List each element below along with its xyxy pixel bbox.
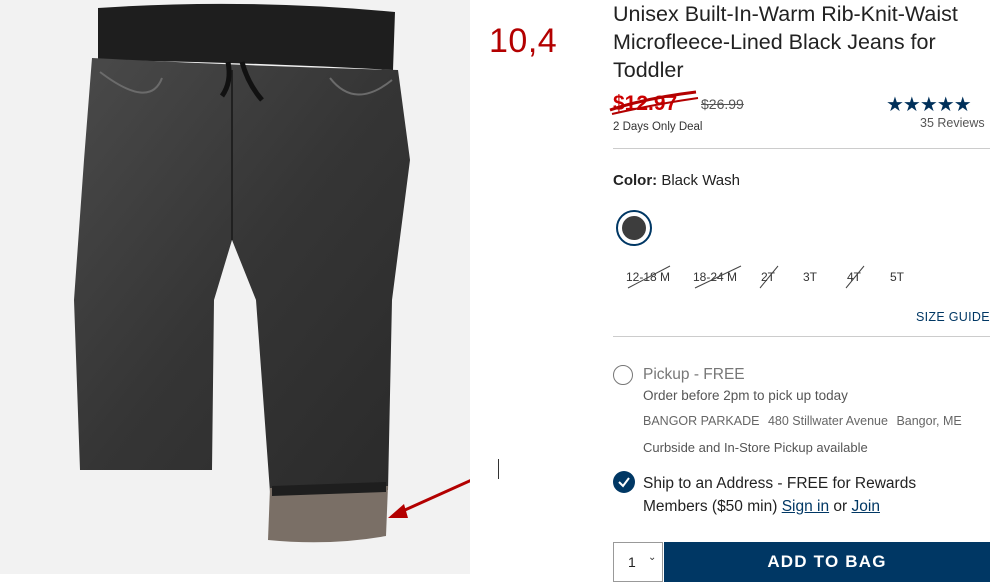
size-option-3t[interactable]: 3T xyxy=(803,270,817,284)
quantity-value: 1 xyxy=(628,554,636,570)
size-option-18-24m[interactable]: 18-24 M xyxy=(693,265,742,289)
or-text: or xyxy=(833,498,848,515)
pickup-store: BANGOR PARKADE 480 Stillwater Avenue Ban… xyxy=(643,414,967,428)
original-price: $26.99 xyxy=(701,96,744,112)
size-guide-link[interactable]: SIZE GUIDE xyxy=(916,310,990,324)
store-city: Bangor, ME xyxy=(896,414,962,428)
unavailable-slash xyxy=(694,265,742,289)
store-name: BANGOR PARKADE xyxy=(643,414,760,428)
swatch-fill xyxy=(622,216,646,240)
color-row: Color: Black Wash xyxy=(613,172,740,189)
store-address: 480 Stillwater Avenue xyxy=(767,414,888,428)
size-option-4t[interactable]: 4T xyxy=(845,265,865,289)
chevron-down-icon: ⌄ xyxy=(648,552,657,563)
join-link[interactable]: Join xyxy=(852,498,880,515)
sign-in-link[interactable]: Sign in xyxy=(782,498,829,515)
size-option-2t[interactable]: 2T xyxy=(759,265,779,289)
reviews-link[interactable]: 35 Reviews xyxy=(920,116,985,130)
pickup-radio[interactable] xyxy=(613,365,633,385)
add-to-bag-button[interactable]: ADD TO BAG xyxy=(664,542,990,582)
unavailable-slash xyxy=(627,265,671,289)
color-value: Black Wash xyxy=(661,172,740,189)
price-scribble-mark xyxy=(609,90,699,115)
rating-stars-icon[interactable]: ★★★★★ xyxy=(886,92,972,117)
ship-option[interactable]: Ship to an Address - FREE for Rewards Me… xyxy=(643,472,983,518)
quantity-select[interactable]: 1 ⌄ xyxy=(613,542,663,582)
size-label: 5T xyxy=(890,270,905,284)
price-annotation: 10,4 xyxy=(489,22,558,60)
checkmark-icon xyxy=(618,477,630,488)
product-title: Unisex Built-In-Warm Rib-Knit-Waist Micr… xyxy=(613,2,958,82)
unavailable-slash xyxy=(759,265,779,289)
unavailable-slash xyxy=(845,265,865,289)
color-swatch-black-wash[interactable] xyxy=(616,210,652,246)
pickup-order-note: Order before 2pm to pick up today xyxy=(643,388,848,403)
size-option-12-18m[interactable]: 12-18 M xyxy=(626,265,671,289)
divider xyxy=(613,148,990,149)
pickup-title[interactable]: Pickup - FREE xyxy=(643,366,745,384)
color-label: Color: xyxy=(613,172,658,189)
ship-check-icon[interactable] xyxy=(613,471,635,493)
add-to-bag-label: ADD TO BAG xyxy=(767,552,887,571)
size-option-5t[interactable]: 5T xyxy=(890,270,904,284)
product-image[interactable] xyxy=(0,0,470,574)
divider xyxy=(613,336,990,337)
size-label: 3T xyxy=(803,270,818,284)
deal-text: 2 Days Only Deal xyxy=(613,121,703,133)
curbside-note: Curbside and In-Store Pickup available xyxy=(643,440,868,455)
jeans-illustration xyxy=(74,3,470,543)
text-cursor xyxy=(498,459,499,479)
